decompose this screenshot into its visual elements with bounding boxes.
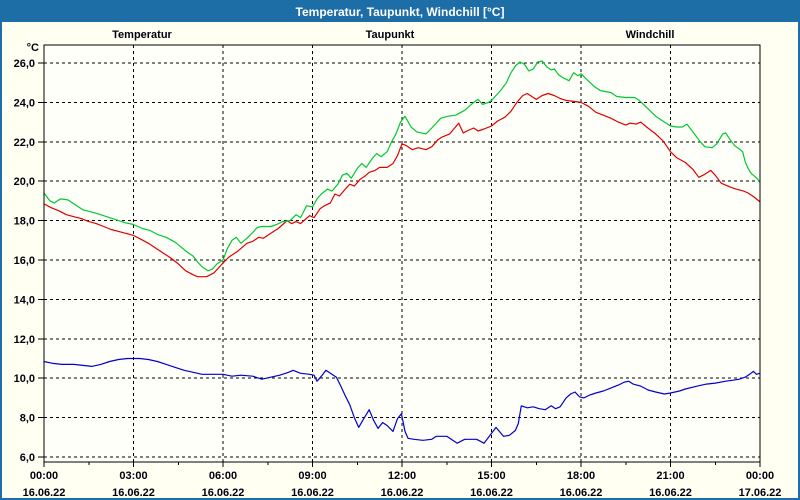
y-tick-label: 24,0 <box>14 97 35 109</box>
legend-item-taupunkt: Taupunkt <box>366 29 415 41</box>
x-tick-date-label: 16.06.22 <box>649 487 692 498</box>
y-tick-label: 22,0 <box>14 137 35 149</box>
y-tick-label: 6,0 <box>20 452 35 464</box>
y-tick-label: 10,0 <box>14 373 35 385</box>
x-tick-time-label: 00:00 <box>746 470 774 482</box>
x-tick-date-label: 17.06.22 <box>739 487 782 498</box>
legend-item-windchill: Windchill <box>626 29 675 41</box>
chart-canvas: Temperatur Taupunkt Windchill °C 26,0 24,… <box>2 22 798 498</box>
y-tick-label: 14,0 <box>14 294 35 306</box>
x-tick-time-label: 06:00 <box>209 470 237 482</box>
x-tick-time-label: 12:00 <box>388 470 416 482</box>
x-tick-time-label: 09:00 <box>298 470 326 482</box>
y-tick-label: 16,0 <box>14 255 35 267</box>
x-tick-date-label: 16.06.22 <box>291 487 334 498</box>
x-tick-date-label: 16.06.22 <box>202 487 245 498</box>
x-tick-time-label: 03:00 <box>119 470 147 482</box>
x-tick-date-label: 16.06.22 <box>112 487 155 498</box>
weather-chart-window: Temperatur, Taupunkt, Windchill [°C] Tem… <box>0 0 800 500</box>
y-tick-label: 26,0 <box>14 58 35 70</box>
x-tick-date-label: 16.06.22 <box>23 487 66 498</box>
x-tick-time-label: 18:00 <box>567 470 595 482</box>
x-tick-time-label: 15:00 <box>477 470 505 482</box>
y-tick-label: 20,0 <box>14 176 35 188</box>
y-tick-label: 12,0 <box>14 334 35 346</box>
x-tick-date-label: 16.06.22 <box>470 487 513 498</box>
x-tick-time-label: 21:00 <box>656 470 684 482</box>
x-tick-date-label: 16.06.22 <box>560 487 603 498</box>
x-tick-time-label: 00:00 <box>30 470 58 482</box>
chart-title-bar: Temperatur, Taupunkt, Windchill [°C] <box>2 2 798 22</box>
y-axis-unit-label: °C <box>27 42 39 54</box>
x-tick-date-label: 16.06.22 <box>381 487 424 498</box>
y-tick-label: 8,0 <box>20 413 35 425</box>
y-tick-label: 18,0 <box>14 216 35 228</box>
legend-item-temperatur: Temperatur <box>112 29 172 41</box>
chart-title: Temperatur, Taupunkt, Windchill [°C] <box>296 5 505 19</box>
